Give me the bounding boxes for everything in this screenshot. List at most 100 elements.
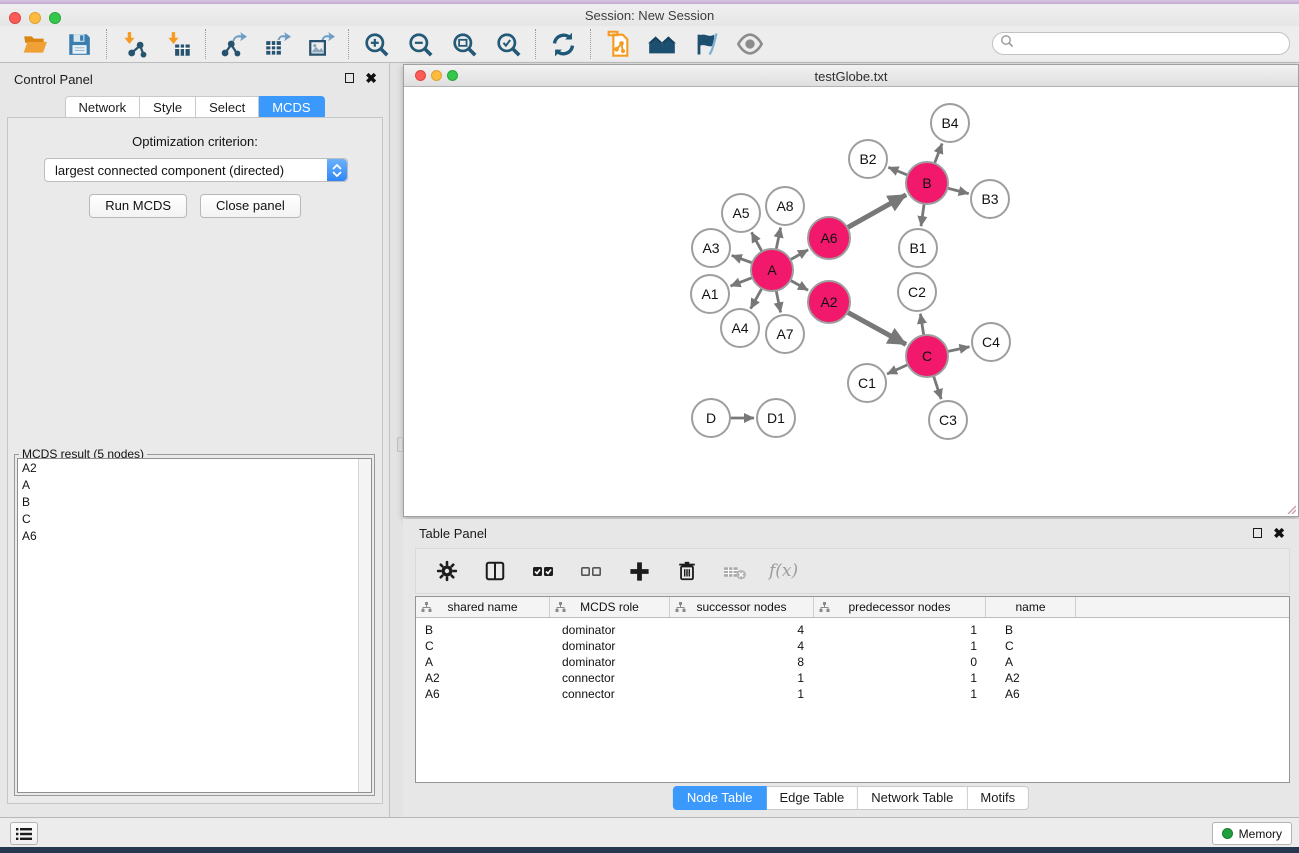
edge-A-A2[interactable]: [790, 280, 808, 290]
close-panel-icon[interactable]: ✖: [365, 73, 377, 83]
edge-C-C3[interactable]: [934, 376, 942, 399]
node-A2[interactable]: [808, 281, 850, 323]
node-B4[interactable]: [931, 104, 969, 142]
float-panel-icon[interactable]: [345, 73, 354, 83]
optimization-criterion-select[interactable]: largest connected component (directed): [44, 158, 348, 182]
edge-A-A4[interactable]: [751, 288, 762, 308]
node-C1[interactable]: [848, 364, 886, 402]
close-panel-button[interactable]: Close panel: [200, 194, 301, 218]
new-network-from-selection-icon[interactable]: [604, 30, 632, 58]
column-header-MCDS-role[interactable]: MCDS role: [550, 597, 670, 617]
node-C4[interactable]: [972, 323, 1010, 361]
node-A4[interactable]: [721, 309, 759, 347]
edge-A6-B[interactable]: [847, 195, 906, 228]
settings-icon[interactable]: [433, 557, 461, 585]
delete-column-icon[interactable]: [673, 557, 701, 585]
show-graphics-details-icon[interactable]: [736, 30, 764, 58]
edge-A-A6[interactable]: [790, 250, 808, 260]
task-history-button[interactable]: [10, 822, 38, 845]
first-neighbors-icon[interactable]: [648, 30, 676, 58]
float-table-panel-icon[interactable]: [1253, 528, 1262, 538]
edge-A-A3[interactable]: [732, 255, 753, 262]
horizontal-splitter-handle[interactable]: [397, 437, 403, 452]
edge-B-B1[interactable]: [921, 204, 924, 226]
delete-table-icon[interactable]: [721, 557, 749, 585]
edge-A-A1[interactable]: [731, 278, 753, 286]
node-A7[interactable]: [766, 315, 804, 353]
table-row-a6[interactable]: A6connector11A6: [416, 686, 1289, 702]
hide-graphics-details-icon[interactable]: [692, 30, 720, 58]
columns-icon[interactable]: [481, 557, 509, 585]
edge-A-A5[interactable]: [752, 232, 762, 251]
close-table-panel-icon[interactable]: ✖: [1273, 528, 1285, 538]
node-A5[interactable]: [722, 194, 760, 232]
edge-B-B2[interactable]: [888, 167, 907, 175]
zoom-out-icon[interactable]: [406, 30, 434, 58]
result-item-a6[interactable]: A6: [18, 527, 371, 544]
node-C[interactable]: [906, 335, 948, 377]
tab-network-table[interactable]: Network Table: [858, 786, 967, 810]
search-input[interactable]: [1014, 36, 1289, 51]
edge-C-C4[interactable]: [948, 347, 970, 352]
select-all-icon[interactable]: [529, 557, 557, 585]
result-item-a[interactable]: A: [18, 476, 371, 493]
window-resize-handle[interactable]: [1284, 502, 1296, 514]
table-row-c[interactable]: Cdominator41C: [416, 638, 1289, 654]
node-D1[interactable]: [757, 399, 795, 437]
result-item-a2[interactable]: A2: [18, 459, 371, 476]
node-C2[interactable]: [898, 273, 936, 311]
node-A3[interactable]: [692, 229, 730, 267]
edge-A2-C[interactable]: [847, 312, 906, 344]
run-mcds-button[interactable]: Run MCDS: [89, 194, 187, 218]
edge-A-A8[interactable]: [776, 228, 780, 250]
node-B2[interactable]: [849, 140, 887, 178]
network-canvas[interactable]: B4B2BB3A5A8A6B1A3AC2A1A2A4A7C4CC1C3DD1: [404, 88, 1298, 516]
table-row-a2[interactable]: A2connector11A2: [416, 670, 1289, 686]
node-D[interactable]: [692, 399, 730, 437]
network-graph[interactable]: B4B2BB3A5A8A6B1A3AC2A1A2A4A7C4CC1C3DD1: [404, 88, 1298, 516]
column-header-name[interactable]: name: [986, 597, 1076, 617]
zoom-fit-icon[interactable]: [450, 30, 478, 58]
import-network-icon[interactable]: [120, 30, 148, 58]
node-B1[interactable]: [899, 229, 937, 267]
column-header-successor-nodes[interactable]: successor nodes: [670, 597, 814, 617]
node-A[interactable]: [751, 249, 793, 291]
edge-B-B4[interactable]: [935, 144, 943, 164]
zoom-selected-icon[interactable]: [494, 30, 522, 58]
export-image-icon[interactable]: [307, 30, 335, 58]
node-A6[interactable]: [808, 217, 850, 259]
edge-C-C1[interactable]: [887, 365, 908, 374]
network-window-titlebar[interactable]: testGlobe.txt: [404, 65, 1298, 87]
node-B[interactable]: [906, 162, 948, 204]
result-item-c[interactable]: C: [18, 510, 371, 527]
result-item-b[interactable]: B: [18, 493, 371, 510]
node-C3[interactable]: [929, 401, 967, 439]
refresh-icon[interactable]: [549, 30, 577, 58]
search-field[interactable]: [992, 32, 1290, 55]
column-header-predecessor-nodes[interactable]: predecessor nodes: [814, 597, 986, 617]
table-row-a[interactable]: Adominator80A: [416, 654, 1289, 670]
open-session-icon[interactable]: [21, 30, 49, 58]
import-table-icon[interactable]: [164, 30, 192, 58]
export-table-icon[interactable]: [263, 30, 291, 58]
node-A1[interactable]: [691, 275, 729, 313]
table-row-b[interactable]: Bdominator41B: [416, 622, 1289, 638]
node-A8[interactable]: [766, 187, 804, 225]
function-builder-icon[interactable]: f(x): [769, 561, 798, 581]
memory-status-icon: [1222, 828, 1233, 839]
edge-B-B3[interactable]: [947, 188, 968, 193]
zoom-in-icon[interactable]: [362, 30, 390, 58]
tab-node-table[interactable]: Node Table: [673, 786, 767, 810]
deselect-all-icon[interactable]: [577, 557, 605, 585]
edge-A-A7[interactable]: [776, 291, 780, 313]
tab-motifs[interactable]: Motifs: [967, 786, 1029, 810]
export-network-icon[interactable]: [219, 30, 247, 58]
column-header-shared-name[interactable]: shared name: [416, 597, 550, 617]
tab-edge-table[interactable]: Edge Table: [766, 786, 858, 810]
result-list-scrollbar[interactable]: [358, 459, 371, 792]
edge-C-C2[interactable]: [920, 314, 923, 336]
node-B3[interactable]: [971, 180, 1009, 218]
save-session-icon[interactable]: [65, 30, 93, 58]
add-column-icon[interactable]: [625, 557, 653, 585]
memory-button[interactable]: Memory: [1212, 822, 1292, 845]
